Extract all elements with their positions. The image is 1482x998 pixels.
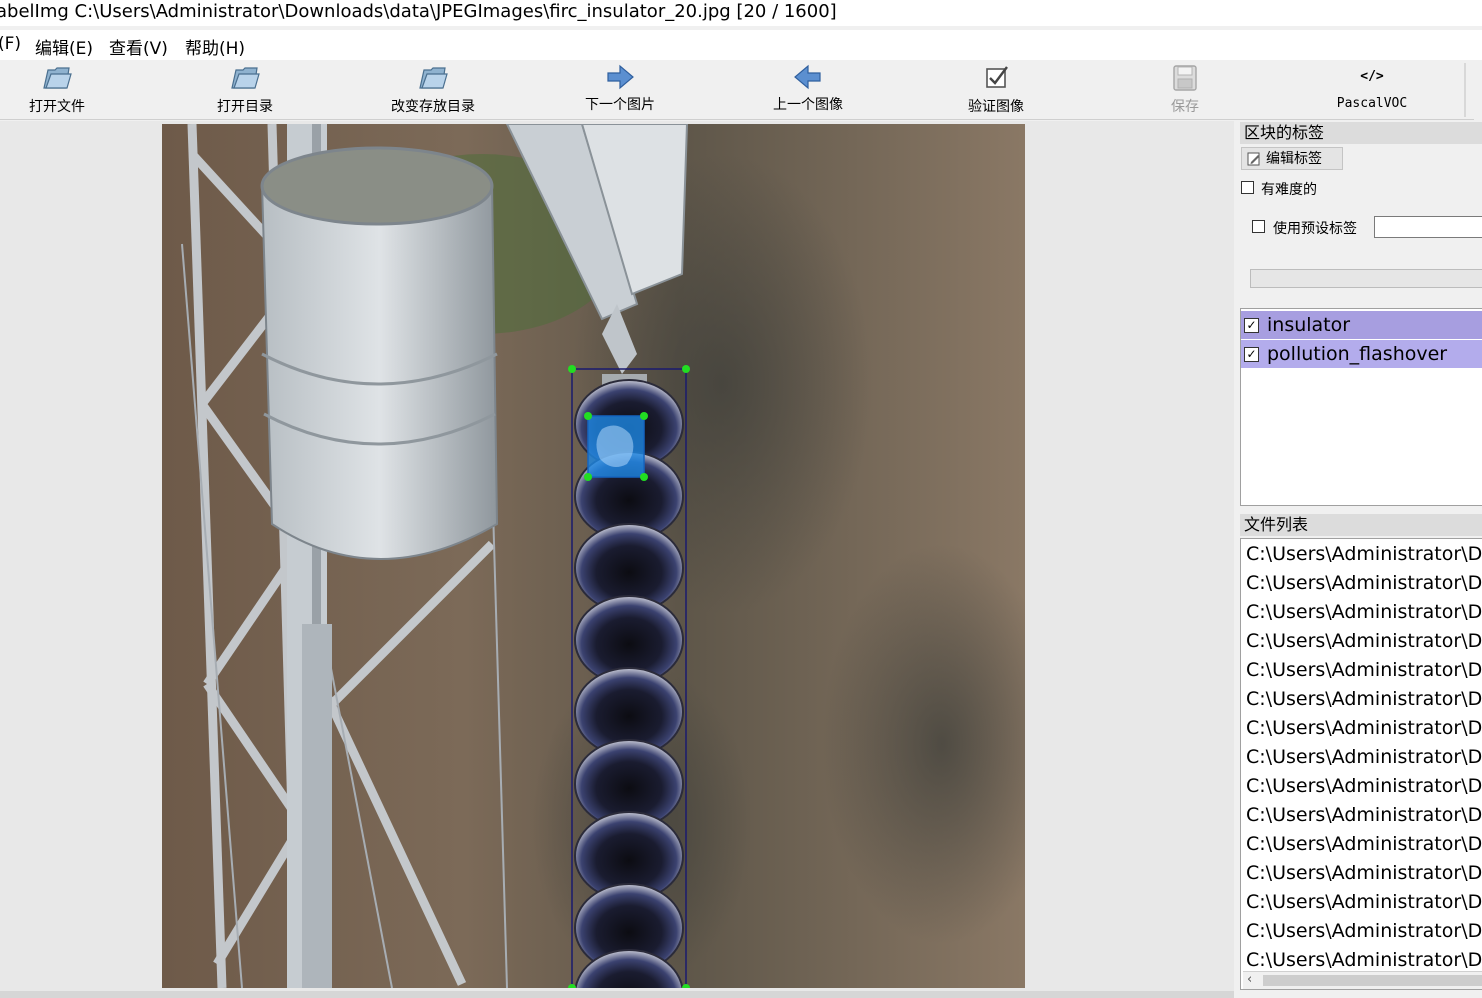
window-title: abelImg C:\Users\Administrator\Downloads… xyxy=(0,1,837,22)
file-list-item[interactable]: C:\Users\Administrator\D xyxy=(1246,830,1482,859)
verify-image-label: 验证图像 xyxy=(968,99,1024,115)
difficult-checkbox[interactable] xyxy=(1241,181,1254,194)
file-list-item[interactable]: C:\Users\Administrator\D xyxy=(1246,888,1482,917)
edit-label-button[interactable]: 编辑标签 xyxy=(1241,147,1343,170)
folder-open-icon xyxy=(231,67,260,89)
label-list-item[interactable]: ✓ insulator xyxy=(1241,311,1482,339)
annotated-photo xyxy=(162,124,1025,988)
floppy-disk-icon xyxy=(1173,65,1197,91)
arrow-right-icon xyxy=(607,64,634,90)
canvas-horizontal-scrollbar[interactable] xyxy=(0,991,1234,998)
file-list-item[interactable]: C:\Users\Administrator\D xyxy=(1246,772,1482,801)
file-list-item[interactable]: C:\Users\Administrator\D xyxy=(1246,743,1482,772)
edit-pencil-icon xyxy=(1247,152,1260,166)
checkbox-checked-icon xyxy=(986,66,1008,88)
menu-edit[interactable]: 编辑(E) xyxy=(35,34,93,59)
file-list-item[interactable]: C:\Users\Administrator\D xyxy=(1246,656,1482,685)
menu-file[interactable]: (F) xyxy=(0,34,21,54)
verify-image-button[interactable]: 验证图像 xyxy=(921,61,1071,119)
menu-bar: (F) 编辑(E) 查看(V) 帮助(H) xyxy=(0,30,1482,60)
next-image-button[interactable]: 下一个图片 xyxy=(545,61,695,119)
change-save-dir-label: 改变存放目录 xyxy=(391,99,475,115)
next-image-label: 下一个图片 xyxy=(585,97,655,113)
toolbar-separator xyxy=(1464,63,1466,117)
save-button[interactable]: 保存 xyxy=(1110,61,1260,119)
file-list-item[interactable]: C:\Users\Administrator\D xyxy=(1246,627,1482,656)
annotation-box-pollution-flashover[interactable] xyxy=(584,412,648,481)
label-visible-checkbox[interactable]: ✓ xyxy=(1244,347,1259,362)
prev-image-button[interactable]: 上一个图像 xyxy=(733,61,883,119)
open-dir-button[interactable]: 打开目录 xyxy=(170,61,320,119)
open-file-button[interactable]: 打开文件 xyxy=(0,61,132,119)
toolbar: 打开文件 打开目录 改变存放目录 下一个图片 上一个图像 验证图像 保存 </>… xyxy=(0,61,1474,120)
window-title-bar: abelImg C:\Users\Administrator\Downloads… xyxy=(0,0,1482,26)
label-visible-checkbox[interactable]: ✓ xyxy=(1244,318,1259,333)
folder-open-icon xyxy=(43,67,72,89)
file-list-item[interactable]: C:\Users\Administrator\D xyxy=(1246,569,1482,598)
label-list-item[interactable]: ✓ pollution_flashover xyxy=(1241,340,1482,368)
arrow-left-icon xyxy=(794,64,821,90)
file-list: C:\Users\Administrator\D C:\Users\Admini… xyxy=(1240,538,1482,990)
file-list-item[interactable]: C:\Users\Administrator\D xyxy=(1246,714,1482,743)
label-item-text: pollution_flashover xyxy=(1267,343,1448,365)
edit-label-text: 编辑标签 xyxy=(1266,151,1322,167)
save-label: 保存 xyxy=(1171,99,1199,115)
label-list: ✓ insulator ✓ pollution_flashover xyxy=(1240,308,1482,506)
file-list-title: 文件列表 xyxy=(1240,514,1482,536)
use-default-label-checkbox[interactable] xyxy=(1252,220,1265,233)
difficult-label: 有难度的 xyxy=(1261,182,1317,198)
prev-image-label: 上一个图像 xyxy=(773,97,843,113)
menu-view[interactable]: 查看(V) xyxy=(109,34,168,59)
right-dock: 区块的标签 编辑标签 有难度的 使用预设标签 ✓ insulator ✓ pol… xyxy=(1238,121,1482,998)
file-list-item[interactable]: C:\Users\Administrator\D xyxy=(1246,917,1482,946)
format-toggle-button[interactable]: </> PascalVOC xyxy=(1297,61,1447,119)
open-dir-label: 打开目录 xyxy=(217,99,273,115)
change-save-dir-button[interactable]: 改变存放目录 xyxy=(358,61,508,119)
box-labels-title: 区块的标签 xyxy=(1240,122,1482,144)
scrollbar-thumb[interactable] xyxy=(1263,975,1482,986)
file-list-item[interactable]: C:\Users\Administrator\D xyxy=(1246,540,1482,569)
folder-open-icon xyxy=(419,67,448,89)
image-canvas[interactable] xyxy=(0,121,1234,991)
file-list-item[interactable]: C:\Users\Administrator\D xyxy=(1246,859,1482,888)
file-list-item[interactable]: C:\Users\Administrator\D xyxy=(1246,685,1482,714)
scroll-left-icon[interactable]: ‹ xyxy=(1247,972,1252,987)
menu-help[interactable]: 帮助(H) xyxy=(185,34,245,59)
open-file-label: 打开文件 xyxy=(29,99,85,115)
file-list-item[interactable]: C:\Users\Administrator\D xyxy=(1246,801,1482,830)
file-list-horizontal-scrollbar[interactable]: ‹ xyxy=(1243,971,1482,989)
code-brackets-icon: </> xyxy=(1360,69,1384,84)
progress-bar xyxy=(1250,269,1482,288)
label-item-text: insulator xyxy=(1267,314,1351,336)
format-label: PascalVOC xyxy=(1336,96,1408,111)
file-list-item[interactable]: C:\Users\Administrator\D xyxy=(1246,598,1482,627)
default-label-input[interactable] xyxy=(1374,216,1482,238)
use-default-label-text: 使用预设标签 xyxy=(1273,221,1357,237)
